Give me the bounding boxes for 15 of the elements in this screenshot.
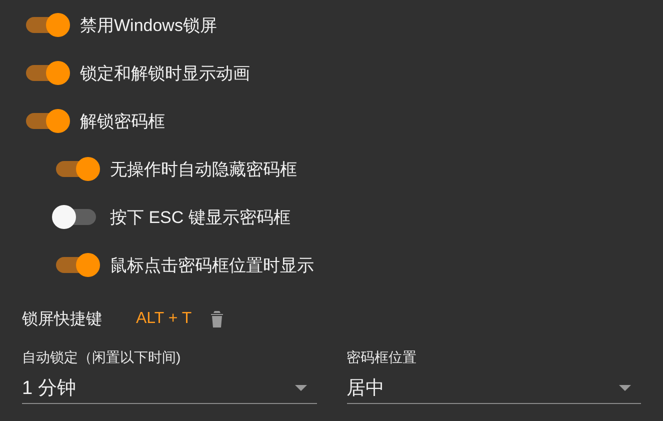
toggle-label: 解锁密码框 (80, 110, 165, 132)
caret-icon (619, 385, 631, 391)
trash-icon[interactable] (210, 310, 224, 328)
toggle-label: 按下 ESC 键显示密码框 (110, 206, 290, 228)
select-label: 密码框位置 (346, 349, 418, 367)
select-label: 自动锁定（闲置以下时间) (22, 349, 182, 367)
shortcut-label: 锁屏快捷键 (22, 310, 103, 330)
caret-icon (294, 385, 306, 391)
toggle-label: 无操作时自动隐藏密码框 (110, 158, 297, 180)
shortcut-value[interactable]: ALT + T (136, 310, 192, 328)
dropdown-select[interactable]: 1 分钟 (22, 373, 316, 404)
toggle-label: 锁定和解锁时显示动画 (80, 62, 250, 84)
toggle-label: 鼠标点击密码框位置时显示 (110, 254, 314, 276)
dropdown-select[interactable]: 居中 (346, 373, 641, 404)
toggle-label: 禁用Windows锁屏 (80, 14, 217, 36)
